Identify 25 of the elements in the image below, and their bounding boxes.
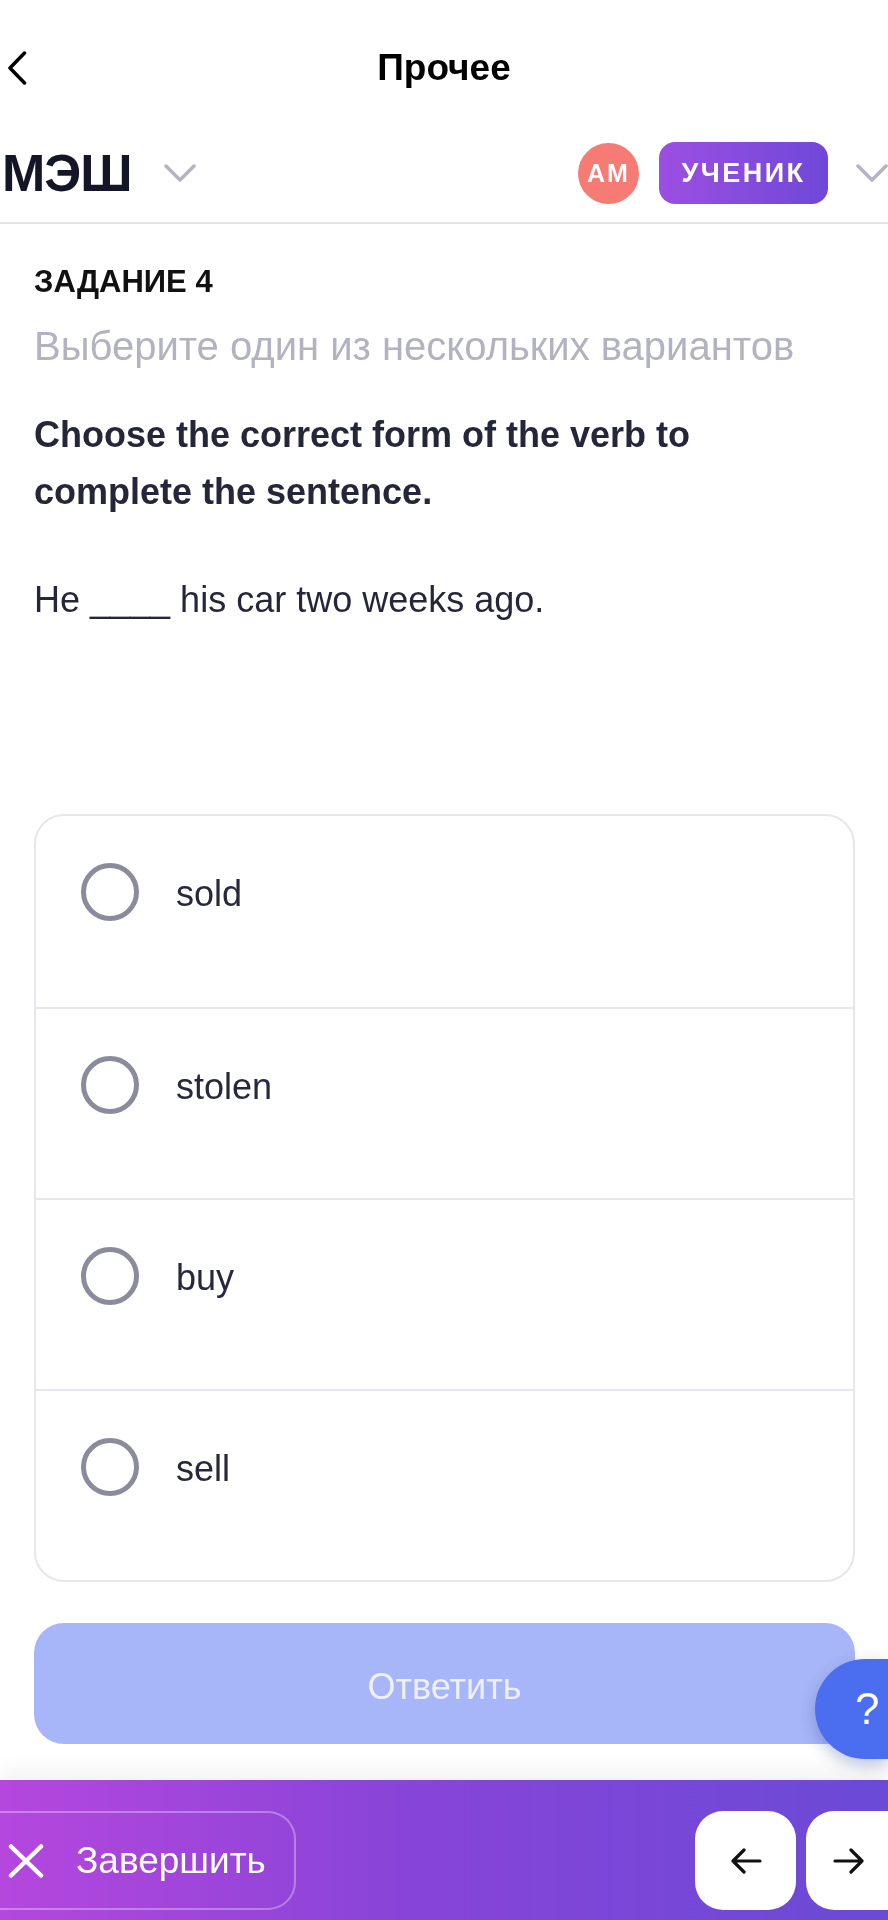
chevron-down-icon[interactable] xyxy=(856,164,888,182)
role-badge[interactable]: УЧЕНИК xyxy=(659,142,828,204)
close-icon xyxy=(8,1843,44,1878)
previous-button[interactable] xyxy=(695,1811,796,1910)
radio-button[interactable] xyxy=(81,1056,139,1114)
arrow-left-icon xyxy=(729,1847,762,1874)
help-button[interactable]: ? xyxy=(815,1659,888,1759)
next-button[interactable] xyxy=(806,1811,888,1910)
logo[interactable]: МЭШ xyxy=(2,143,132,203)
finish-button[interactable]: Завершить xyxy=(0,1811,296,1910)
option-label[interactable]: sold xyxy=(176,863,243,925)
back-icon[interactable] xyxy=(7,51,27,85)
nav-title: Прочее xyxy=(377,46,511,90)
radio-button[interactable] xyxy=(81,1247,139,1305)
question-sentence: He ____ his car two weeks ago. xyxy=(34,578,546,622)
option-label[interactable]: sell xyxy=(176,1438,231,1500)
arrow-right-icon xyxy=(833,1847,865,1874)
option-label[interactable]: stolen xyxy=(176,1056,273,1118)
radio-button[interactable] xyxy=(81,863,139,921)
task-number: ЗАДАНИЕ 4 xyxy=(34,264,214,300)
chevron-down-icon[interactable] xyxy=(163,164,196,182)
question-text: Choose the correct form of the verb to complete the sentence. xyxy=(34,413,692,514)
task-instruction: Выберите один из нескольких вариантов xyxy=(34,323,796,370)
radio-button[interactable] xyxy=(81,1438,139,1496)
option-label[interactable]: buy xyxy=(176,1247,235,1309)
